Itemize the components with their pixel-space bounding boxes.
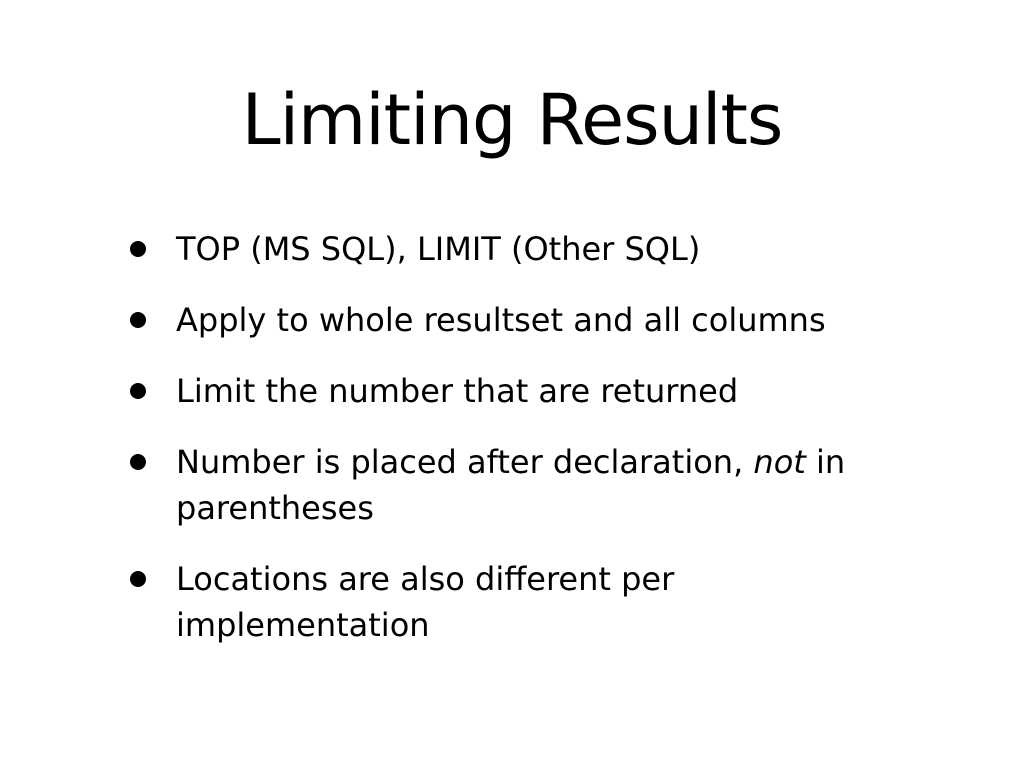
slide-title: Limiting Results xyxy=(241,79,784,161)
bullet-dot-icon xyxy=(130,454,146,470)
bullet-dot-icon xyxy=(130,383,146,399)
bullet-item: Apply to whole resultset and all columns xyxy=(130,297,910,343)
bullet-dot-icon xyxy=(130,312,146,328)
bullet-item: Limit the number that are returned xyxy=(130,368,910,414)
bullet-text: Limit the number that are returned xyxy=(176,372,739,410)
bullet-item: TOP (MS SQL), LIMIT (Other SQL) xyxy=(130,226,910,272)
bullet-list: TOP (MS SQL), LIMIT (Other SQL) Apply to… xyxy=(130,226,910,673)
bullet-item: Locations are also different per impleme… xyxy=(130,556,910,648)
bullet-dot-icon xyxy=(130,241,146,257)
bullet-dot-icon xyxy=(130,571,146,587)
emphasis-text: not xyxy=(753,443,806,481)
bullet-text: Locations are also different per impleme… xyxy=(176,560,675,644)
bullet-item: Number is placed after declaration, not … xyxy=(130,439,910,531)
slide: Limiting Results TOP (MS SQL), LIMIT (Ot… xyxy=(0,0,1024,768)
bullet-text: TOP (MS SQL), LIMIT (Other SQL) xyxy=(176,230,701,268)
bullet-text: Apply to whole resultset and all columns xyxy=(176,301,826,339)
bullet-text: Number is placed after declaration, not … xyxy=(176,443,846,527)
